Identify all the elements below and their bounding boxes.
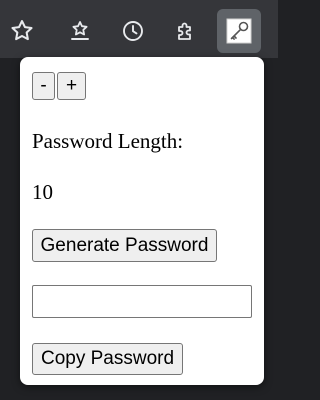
history-icon[interactable] — [111, 9, 155, 53]
increase-length-button[interactable]: + — [57, 72, 86, 100]
password-output-field[interactable] — [32, 285, 252, 318]
star-icon[interactable] — [0, 9, 44, 53]
password-length-value: 10 — [32, 180, 53, 204]
extension-popup: - + Password Length: 10 Generate Passwor… — [20, 57, 264, 385]
browser-toolbar — [0, 0, 278, 58]
generate-password-button[interactable]: Generate Password — [32, 229, 217, 262]
length-stepper: - + — [32, 72, 86, 100]
extensions-icon[interactable] — [164, 9, 208, 53]
copy-password-button[interactable]: Copy Password — [32, 343, 183, 375]
reading-list-icon[interactable] — [58, 9, 102, 53]
password-generator-extension-icon[interactable] — [217, 9, 261, 53]
decrease-length-button[interactable]: - — [32, 72, 55, 100]
password-length-label: Password Length: — [32, 129, 184, 153]
